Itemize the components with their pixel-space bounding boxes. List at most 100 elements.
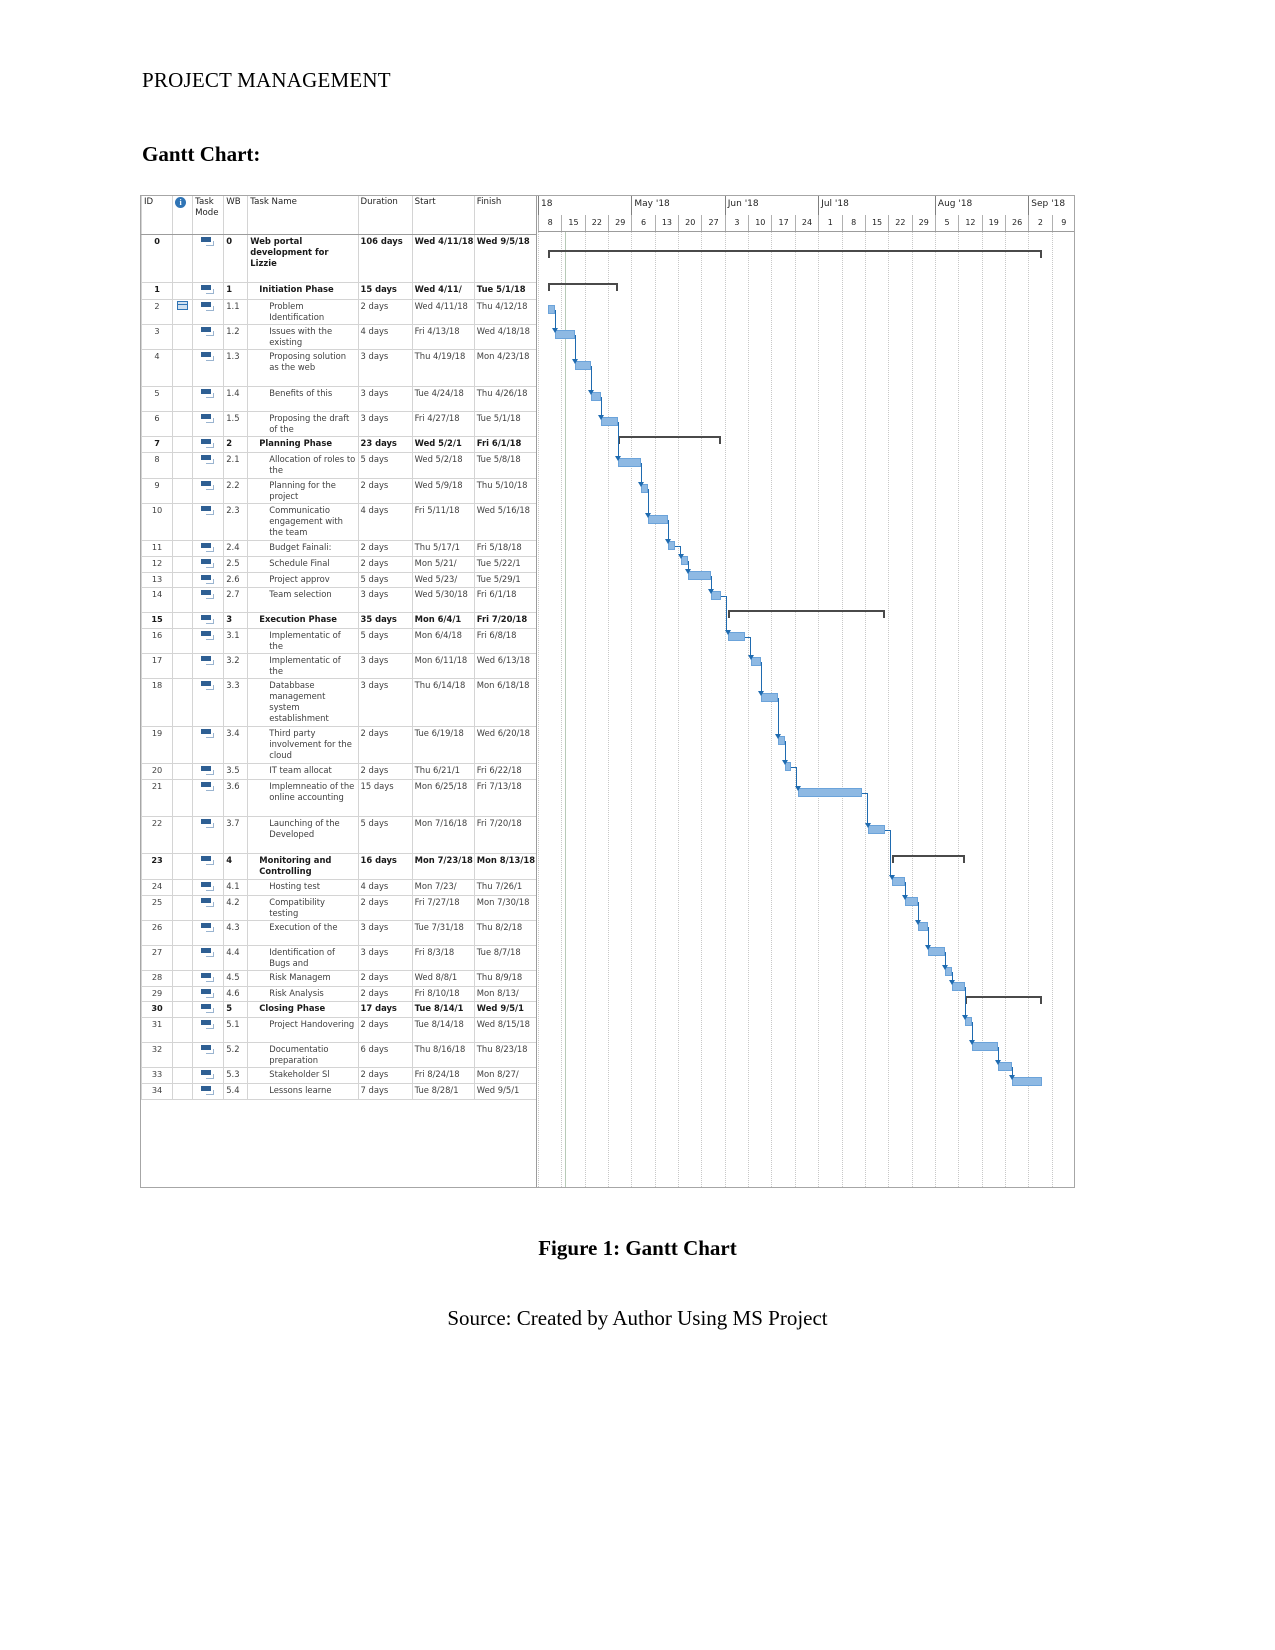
manually-scheduled-icon <box>200 284 216 294</box>
table-row[interactable]: 34 5.4 Lessons learne 7 days Tue 8/28/1 Wed 9… <box>141 1083 536 1100</box>
table-row[interactable]: 8 2.1 Allocation of roles to the 5 days Wed … <box>141 452 536 479</box>
table-row[interactable]: 24 4.1 Hosting test 4 days Mon 7/23/Thu 7/26… <box>141 879 536 896</box>
summary-bar-end-cap <box>1039 996 1042 1004</box>
manually-scheduled-icon <box>200 480 216 490</box>
table-row[interactable]: 2 1.1 Problem Identification 2 days Wed 4/11… <box>141 299 536 325</box>
table-row[interactable]: 10 2.3 Communicatio engagement with the te… <box>141 503 536 541</box>
row-id-cell: 20 <box>141 763 174 780</box>
row-start-cell: Tue 8/14/1 <box>411 1001 475 1018</box>
dependency-link <box>918 902 920 920</box>
gantt-task-bar[interactable] <box>971 1042 999 1051</box>
table-row[interactable]: 33 5.3 Stakeholder Sl 2 days Fri 8/24/18 Mon … <box>141 1067 536 1084</box>
row-id-cell: 10 <box>141 503 174 541</box>
table-row[interactable]: 19 3.4 Third party involvement for the clo… <box>141 726 536 765</box>
row-task-name-cell: Documentatio preparation <box>247 1042 359 1068</box>
table-row[interactable]: 4 1.3 Proposing solution as the web 3 days T… <box>141 349 536 387</box>
table-row[interactable]: 30 5 Closing Phase 17 days Tue 8/14/1 Wed 9/5… <box>141 1001 536 1018</box>
gantt-task-bar[interactable] <box>548 305 555 314</box>
gantt-task-grid: ID i Task Mode WB Task Name Duration Sta… <box>141 196 537 1187</box>
table-row[interactable]: 3 1.2 Issues with the existing 4 days Fri 4/… <box>141 324 536 350</box>
dependency-arrow-icon <box>638 482 645 487</box>
timeline-week-tick: 27 <box>701 215 724 231</box>
row-task-name-cell: Lessons learne <box>247 1083 359 1100</box>
table-row[interactable]: 25 4.2 Compatibility testing 2 days Fri 7/27… <box>141 895 536 921</box>
column-header-start[interactable]: Start <box>411 196 475 235</box>
table-row[interactable]: 23 4 Monitoring and Controlling 16 days Mon … <box>141 853 536 880</box>
column-header-task-name[interactable]: Task Name <box>247 196 359 235</box>
table-row[interactable]: 18 3.3 Databbase management system establi… <box>141 678 536 728</box>
table-row[interactable]: 26 4.3 Execution of the 3 days Tue 7/31/18 Th… <box>141 920 536 946</box>
row-task-name-cell: Execution of the <box>247 920 359 946</box>
table-row[interactable]: 17 3.2 Implementatic of the 3 days Mon 6/11/… <box>141 653 536 680</box>
dependency-arrow-icon <box>571 359 578 364</box>
table-row[interactable]: 0 0 Web portal development for Lizzie 106 d… <box>141 234 536 283</box>
dependency-link <box>749 637 751 655</box>
row-task-mode-cell <box>192 349 225 387</box>
timeline-month-label: Jun '18 <box>724 196 818 215</box>
row-start-cell: Wed 5/2/1 <box>411 436 475 453</box>
table-row[interactable]: 29 4.6 Risk Analysis 2 days Fri 8/10/18 Mon 8… <box>141 986 536 1003</box>
table-row[interactable]: 12 2.5 Schedule Final 2 days Mon 5/21/Tue 5/… <box>141 556 536 573</box>
row-start-cell: Tue 8/14/18 <box>411 1017 475 1043</box>
table-row[interactable]: 31 5.1 Project Handovering 2 days Tue 8/14/1… <box>141 1017 536 1043</box>
column-header-duration[interactable]: Duration <box>357 196 413 235</box>
row-wbs-cell: 2.4 <box>223 540 249 557</box>
table-row[interactable]: 22 3.7 Launching of the Developed 5 days Mon… <box>141 816 536 854</box>
table-row[interactable]: 27 4.4 Identification of Bugs and 3 days Fri… <box>141 945 536 971</box>
gantt-task-bar[interactable] <box>648 515 669 524</box>
row-indicator-cell <box>172 478 194 504</box>
timeline-gridline <box>631 232 633 1187</box>
table-row[interactable]: 6 1.5 Proposing the draft of the 3 days Fri … <box>141 411 536 437</box>
gantt-summary-bar[interactable] <box>618 436 722 444</box>
row-task-mode-cell <box>192 1001 225 1018</box>
table-row[interactable]: 11 2.4 Budget Fainali: 2 days Thu 5/17/1 Fri … <box>141 540 536 557</box>
table-row[interactable]: 13 2.6 Project approv 5 days Wed 5/23/Tue 5/… <box>141 572 536 589</box>
dependency-arrow-icon <box>588 390 595 395</box>
table-row[interactable]: 32 5.2 Documentatio preparation 6 days Thu 8… <box>141 1042 536 1068</box>
gantt-task-bar[interactable] <box>554 330 575 339</box>
table-row[interactable]: 1 1 Initiation Phase 15 days Wed 4/11/Tue 5/… <box>141 282 536 300</box>
gantt-task-bar[interactable] <box>618 458 642 467</box>
table-row[interactable]: 9 2.2 Planning for the project 2 days Wed 5/… <box>141 478 536 504</box>
column-header-wbs[interactable]: WB <box>223 196 249 235</box>
table-row[interactable]: 14 2.7 Team selection 3 days Wed 5/30/18 Fri … <box>141 587 536 614</box>
gantt-task-bar[interactable] <box>1011 1077 1042 1086</box>
row-task-mode-cell <box>192 879 225 896</box>
dependency-arrow-icon <box>915 920 922 925</box>
row-finish-cell: Fri 7/13/18 <box>473 779 536 817</box>
row-finish-cell: Mon 8/13/ <box>473 986 536 1003</box>
timeline-week-tick: 6 <box>631 215 654 231</box>
row-start-cell: Mon 6/11/18 <box>411 653 475 680</box>
table-row[interactable]: 28 4.5 Risk Managem 2 days Wed 8/8/1 Thu 8/9/… <box>141 970 536 987</box>
column-header-finish[interactable]: Finish <box>473 196 536 235</box>
gantt-summary-bar[interactable] <box>548 250 1042 258</box>
row-task-name-cell: Risk Managem <box>247 970 359 987</box>
gantt-task-bar[interactable] <box>798 788 862 797</box>
timeline-week-tick: 1 <box>818 215 841 231</box>
column-header-id[interactable]: ID <box>141 196 174 235</box>
row-finish-cell: Wed 6/13/18 <box>473 653 536 680</box>
column-header-task-mode[interactable]: Task Mode <box>192 196 225 235</box>
table-row[interactable]: 21 3.6 Implemneatio of the online accounti… <box>141 779 536 817</box>
gantt-summary-bar[interactable] <box>728 610 885 618</box>
table-row[interactable]: 15 3 Execution Phase 35 days Mon 6/4/1 Fri 7/… <box>141 612 536 630</box>
row-id-cell: 9 <box>141 478 174 504</box>
summary-bar-end-cap <box>962 855 965 863</box>
row-task-name-cell: Execution Phase <box>247 612 359 630</box>
table-row[interactable]: 16 3.1 Implementatic of the 5 days Mon 6/4/1… <box>141 628 536 655</box>
timeline-week-tick: 8 <box>538 215 561 231</box>
gantt-summary-bar[interactable] <box>964 996 1042 1004</box>
table-row[interactable]: 20 3.5 IT team allocat 2 days Thu 6/21/1 Fri … <box>141 763 536 780</box>
gantt-task-bar[interactable] <box>688 571 712 580</box>
gantt-summary-bar[interactable] <box>548 283 619 291</box>
table-row[interactable]: 7 2 Planning Phase 23 days Wed 5/2/1 Fri 6/1/… <box>141 436 536 453</box>
gantt-summary-bar[interactable] <box>891 855 965 863</box>
row-task-mode-cell <box>192 282 225 300</box>
row-start-cell: Fri 8/3/18 <box>411 945 475 971</box>
table-row[interactable]: 5 1.4 Benefits of this 3 days Tue 4/24/18 Thu… <box>141 386 536 412</box>
row-id-cell: 23 <box>141 853 174 880</box>
dependency-link <box>601 397 603 415</box>
column-header-indicator[interactable]: i <box>172 196 194 235</box>
row-start-cell: Wed 4/11/18 <box>411 234 475 283</box>
row-indicator-cell <box>172 386 194 412</box>
